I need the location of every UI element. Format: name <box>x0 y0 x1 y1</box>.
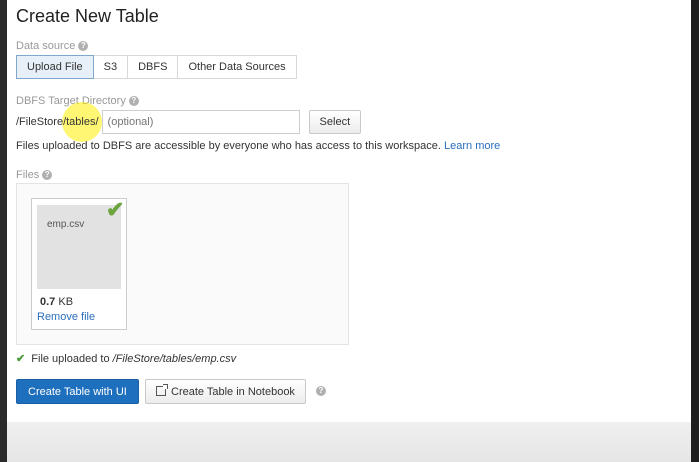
tab-other-data-sources[interactable]: Other Data Sources <box>177 55 297 79</box>
file-size: 0.7 KB <box>40 296 73 308</box>
dbfs-info-text: Files uploaded to DBFS are accessible by… <box>16 140 441 152</box>
dbfs-info: Files uploaded to DBFS are accessible by… <box>16 140 500 152</box>
file-size-value: 0.7 <box>40 296 56 308</box>
dir-prefix: /FileStore/tables/ <box>16 116 99 128</box>
file-card: emp.csv ✔ 0.7 KB Remove file <box>31 197 127 330</box>
target-dir-row: /FileStore/tables/ Select <box>16 110 362 134</box>
bottom-strip <box>7 422 691 462</box>
help-icon[interactable]: ? <box>316 386 326 396</box>
right-edge-bar <box>691 0 699 462</box>
create-table-notebook-label: Create Table in Notebook <box>171 385 295 398</box>
help-icon[interactable]: ? <box>78 41 89 51</box>
file-size-unit: KB <box>58 296 74 308</box>
left-edge-bar <box>0 0 7 462</box>
learn-more-link[interactable]: Learn more <box>444 140 500 152</box>
page-title: Create New Table <box>16 6 159 26</box>
help-icon[interactable]: ? <box>128 96 139 106</box>
upload-status: ✔ File uploaded to /FileStore/tables/emp… <box>16 352 236 365</box>
file-name: emp.csv <box>47 219 85 230</box>
check-icon: ✔ <box>106 197 125 222</box>
create-table-notebook-button[interactable]: Create Table in Notebook <box>145 379 306 404</box>
help-icon[interactable]: ? <box>42 170 53 180</box>
upload-status-path: /FileStore/tables/emp.csv <box>112 353 237 365</box>
select-button[interactable]: Select <box>308 110 362 134</box>
upload-status-text: File uploaded to <box>31 353 110 365</box>
data-source-tabs: Upload File S3 DBFS Other Data Sources <box>16 55 297 79</box>
remove-file-link[interactable]: Remove file <box>37 311 95 323</box>
files-label-text: Files <box>16 169 40 181</box>
check-icon: ✔ <box>16 353 26 365</box>
tab-upload-file[interactable]: Upload File <box>16 55 94 79</box>
file-dropzone[interactable]: emp.csv ✔ 0.7 KB Remove file <box>16 183 349 345</box>
files-label: Files? <box>16 169 53 181</box>
tab-s3[interactable]: S3 <box>92 55 129 79</box>
tab-dbfs[interactable]: DBFS <box>127 55 179 79</box>
create-table-ui-button[interactable]: Create Table with UI <box>16 379 139 404</box>
data-source-label-text: Data source <box>16 40 76 52</box>
data-source-label: Data source? <box>16 40 89 52</box>
external-link-icon <box>156 383 168 396</box>
target-dir-input[interactable] <box>101 110 300 134</box>
